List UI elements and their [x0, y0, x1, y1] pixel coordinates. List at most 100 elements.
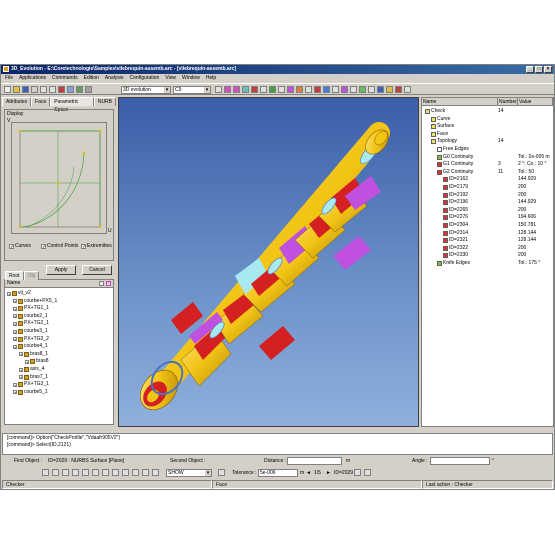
- tree-item[interactable]: + courbe4_1: [13, 343, 48, 350]
- zoom-icon[interactable]: [278, 86, 285, 93]
- wireframe-icon[interactable]: [260, 86, 267, 93]
- show-combo[interactable]: SHOW: [166, 469, 212, 477]
- expand-toggle-icon[interactable]: +: [13, 321, 17, 326]
- expand-toggle-icon[interactable]: +: [13, 390, 17, 395]
- tree-item[interactable]: + PX+TG2_2: [13, 336, 49, 343]
- import-icon[interactable]: [386, 86, 393, 93]
- result-row[interactable]: ID=2179 200: [422, 184, 553, 191]
- pick5-icon[interactable]: [82, 469, 89, 476]
- angle-field[interactable]: [430, 457, 490, 465]
- distance-field[interactable]: [287, 457, 342, 465]
- tree-item[interactable]: + courbe3_1: [13, 328, 48, 335]
- pick6-icon[interactable]: [92, 469, 99, 476]
- result-row[interactable]: ID=2276 194.606: [422, 214, 553, 221]
- close-button[interactable]: ×: [544, 66, 552, 73]
- undo-icon[interactable]: [40, 86, 47, 93]
- tab-face[interactable]: Face: [31, 97, 51, 106]
- pick8-icon[interactable]: [112, 469, 119, 476]
- pick12-icon[interactable]: [152, 469, 159, 476]
- expand-toggle-icon[interactable]: +: [19, 352, 23, 357]
- expand-toggle-icon[interactable]: +: [13, 306, 17, 311]
- result-row[interactable]: Surface: [422, 123, 553, 130]
- expand-toggle-icon[interactable]: +: [13, 329, 17, 334]
- view-top-icon[interactable]: [233, 86, 240, 93]
- menu-analysis[interactable]: Analysis: [105, 74, 124, 82]
- pan-icon[interactable]: [296, 86, 303, 93]
- module-combo[interactable]: 3D evolution: [121, 86, 171, 94]
- menu-window[interactable]: Window: [182, 74, 200, 82]
- tool-icon[interactable]: [76, 86, 83, 93]
- pick11-icon[interactable]: [142, 469, 149, 476]
- menu-configuration[interactable]: Configuration: [130, 74, 160, 82]
- select-icon[interactable]: [85, 86, 92, 93]
- view-front-icon[interactable]: [215, 86, 222, 93]
- result-row[interactable]: ID=2192 200: [422, 192, 553, 199]
- cancel-button[interactable]: Cancel: [82, 265, 112, 275]
- nav-last-icon[interactable]: [364, 469, 371, 476]
- tab-root[interactable]: Root: [5, 271, 24, 280]
- grid-icon[interactable]: [350, 86, 357, 93]
- result-row[interactable]: Face: [422, 131, 553, 138]
- command-console[interactable]: [command]> Option("CheckProfile","Vdaafr…: [2, 433, 553, 455]
- tree-item[interactable]: + courbe+PX5_1: [13, 298, 57, 305]
- curves-checkbox[interactable]: ✓ Curves: [9, 243, 31, 249]
- result-row[interactable]: ID=2314 128.144: [422, 230, 553, 237]
- result-row[interactable]: ID=2265 200: [422, 207, 553, 214]
- tree-option-icon[interactable]: [99, 281, 104, 286]
- pick3-icon[interactable]: [62, 469, 69, 476]
- menu-help[interactable]: Help: [206, 74, 216, 82]
- menu-edition[interactable]: Edition: [84, 74, 99, 82]
- expand-toggle-icon[interactable]: +: [13, 337, 17, 342]
- control-points-checkbox[interactable]: ✓ Control Points: [41, 243, 78, 249]
- result-row[interactable]: ID=2322 200: [422, 245, 553, 252]
- expand-toggle-icon[interactable]: +: [7, 291, 11, 296]
- new-file-icon[interactable]: [4, 86, 11, 93]
- expand-toggle-icon[interactable]: +: [19, 367, 23, 372]
- pick9-icon[interactable]: [122, 469, 129, 476]
- pick4-icon[interactable]: [72, 469, 79, 476]
- tree-item[interactable]: + courbe5_1: [13, 389, 48, 396]
- menu-file[interactable]: File: [5, 74, 13, 82]
- tolerance-field[interactable]: 5e-006: [258, 469, 298, 477]
- result-row[interactable]: Free Edges: [422, 146, 553, 153]
- expand-toggle-icon[interactable]: +: [19, 375, 23, 380]
- show-option-icon[interactable]: [218, 469, 225, 476]
- apply-button[interactable]: Apply: [46, 265, 76, 275]
- result-row[interactable]: ID=2196 144.929: [422, 199, 553, 206]
- result-row[interactable]: Check 14: [422, 108, 553, 115]
- col-number-header[interactable]: Number: [498, 98, 518, 105]
- tree-item[interactable]: + bras7_1: [19, 374, 48, 381]
- menu-view[interactable]: View: [165, 74, 176, 82]
- light-icon[interactable]: [323, 86, 330, 93]
- tree-item[interactable]: + PX+TG2_1: [13, 320, 49, 327]
- result-row[interactable]: G1 Continuity 3 2 °; Co.: 10 °: [422, 161, 553, 168]
- col-name-header[interactable]: Name: [422, 98, 498, 105]
- tree-item[interactable]: + bras8_1: [19, 351, 48, 358]
- result-row[interactable]: Curve: [422, 116, 553, 123]
- open-folder-icon[interactable]: [13, 86, 20, 93]
- extremities-checkbox[interactable]: ✓ Extremities: [81, 243, 112, 249]
- 3d-viewport[interactable]: [118, 97, 419, 427]
- pick-icon[interactable]: [42, 469, 49, 476]
- tree-item[interactable]: + bras8: [25, 358, 49, 365]
- tab-parametric-space[interactable]: Parametric Space: [50, 97, 94, 113]
- tab-attributes[interactable]: Attributes: [2, 97, 32, 106]
- tree-item[interactable]: + vil_v2: [7, 290, 31, 297]
- menu-applications[interactable]: Applications: [19, 74, 46, 82]
- tree-item[interactable]: + courbe2_1: [13, 313, 48, 320]
- minimize-button[interactable]: _: [526, 66, 534, 73]
- options-icon[interactable]: [404, 86, 411, 93]
- zoom-fit-icon[interactable]: [269, 86, 276, 93]
- print-icon[interactable]: [31, 86, 38, 93]
- col-value-header[interactable]: Value: [518, 98, 553, 105]
- section-icon[interactable]: [314, 86, 321, 93]
- result-row[interactable]: Knife Edges Tol.: 175 °: [422, 260, 553, 267]
- tree-item[interactable]: + PX+TG3_1: [13, 381, 49, 388]
- view-side-icon[interactable]: [224, 86, 231, 93]
- pick2-icon[interactable]: [52, 469, 59, 476]
- pick7-icon[interactable]: [102, 469, 109, 476]
- pick10-icon[interactable]: [132, 469, 139, 476]
- prev-arrow-icon[interactable]: ◄: [306, 470, 311, 476]
- second-combo[interactable]: C9: [173, 86, 211, 94]
- result-row[interactable]: ID=2162 144.929: [422, 176, 553, 183]
